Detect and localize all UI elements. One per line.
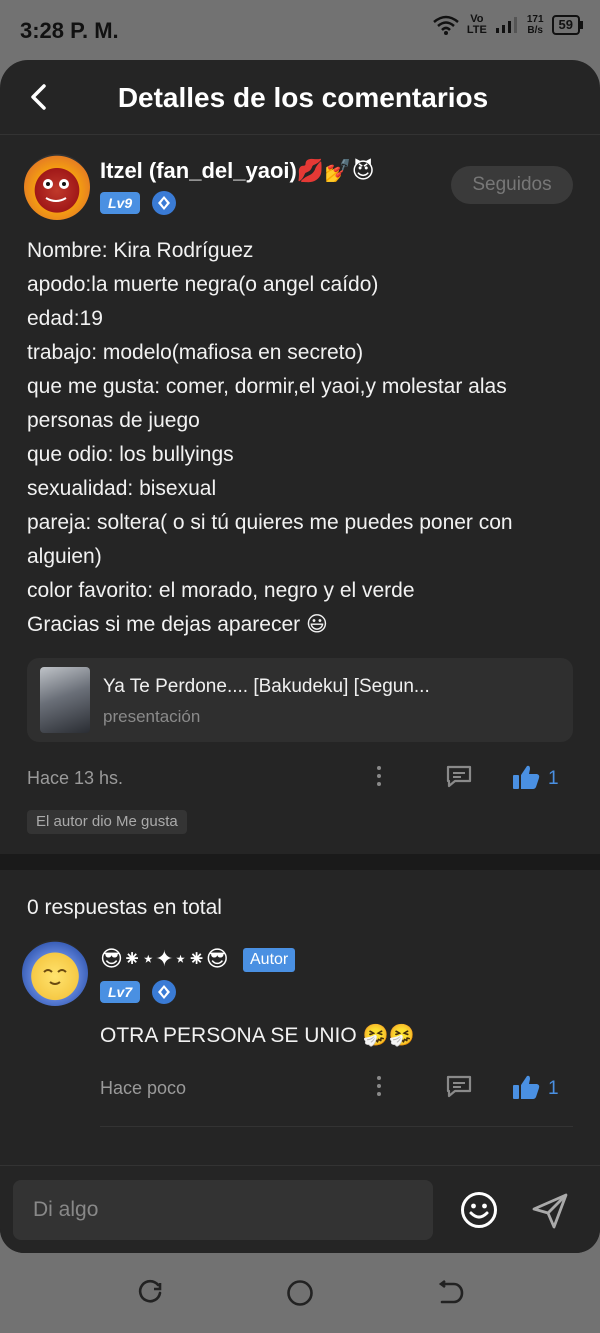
linked-post-title: Ya Te Perdone.... [Bakudeku] [Segun...	[103, 676, 430, 697]
replies-total: 0 respuestas en total	[27, 896, 222, 919]
comment-line: trabajo: modelo(mafiosa en secreto)	[27, 341, 364, 364]
author-badge: Autor	[243, 948, 296, 972]
comment-line: que odio: los bullyings	[27, 443, 234, 466]
post-time: Hace 13 hs.	[27, 768, 124, 788]
comment-input[interactable]	[13, 1180, 433, 1240]
comment-line: edad:19	[27, 307, 103, 330]
reply-icon[interactable]	[445, 1074, 473, 1098]
level-badge: Lv9	[100, 192, 141, 214]
battery-icon: 59	[551, 15, 584, 35]
comment-body: Nombre: Kira Rodríguez apodo:la muerte n…	[27, 234, 577, 642]
following-button[interactable]: Seguidos	[451, 166, 573, 204]
avatar-frame-icon	[43, 969, 67, 985]
comment-line: Nombre: Kira Rodríguez	[27, 239, 254, 262]
like-count: 1	[548, 768, 559, 789]
thumbs-up-icon[interactable]	[512, 764, 540, 790]
avatar-frame-icon	[43, 179, 69, 202]
send-icon[interactable]	[530, 1191, 570, 1231]
comment-details-screen: Detalles de los comentarios Itzel (fan_d…	[0, 60, 600, 1253]
level-shield-icon	[152, 191, 176, 215]
reply-divider	[100, 1126, 573, 1127]
header: Detalles de los comentarios	[0, 60, 600, 135]
wifi-icon	[433, 15, 459, 35]
reply-icon[interactable]	[445, 764, 473, 788]
signal-icon	[495, 17, 517, 33]
network-speed: 171 B/s	[526, 14, 544, 36]
comment-line: alguien)	[27, 545, 102, 568]
comment-line: Gracias si me dejas aparecer 😃	[27, 613, 328, 636]
reply-author-avatar[interactable]	[22, 940, 88, 1006]
post-author-name[interactable]: Itzel (fan_del_yaoi)💋💅😈	[100, 158, 375, 184]
reply-author-name[interactable]: 😎⁕⋆✦⋆⁕😎	[100, 946, 229, 972]
back-nav-icon[interactable]	[436, 1279, 464, 1307]
comment-composer	[0, 1165, 600, 1253]
thumbs-up-icon[interactable]	[512, 1074, 540, 1100]
linked-post-thumbnail	[40, 667, 90, 733]
post-author-avatar[interactable]	[24, 154, 90, 220]
reply-time: Hace poco	[100, 1078, 187, 1098]
reply-text: OTRA PERSONA SE UNIO 🤧🤧	[100, 1024, 415, 1047]
page-title: Detalles de los comentarios	[117, 82, 489, 113]
more-options-icon[interactable]	[376, 1076, 382, 1100]
status-time: 3:28 P. M.	[20, 18, 119, 43]
linked-post-subtitle: presentación	[103, 707, 201, 726]
linked-post-card[interactable]: Ya Te Perdone.... [Bakudeku] [Segun... p…	[27, 658, 573, 742]
emoji-icon[interactable]	[460, 1191, 498, 1229]
comment-line: color favorito: el morado, negro y el ve…	[27, 579, 415, 602]
home-icon[interactable]	[286, 1279, 314, 1307]
comment-line: sexualidad: bisexual	[27, 477, 217, 500]
like-count: 1	[548, 1078, 559, 1099]
volte-indicator: Vo LTE	[466, 13, 487, 36]
status-icons: Vo LTE 171 B/s 59	[433, 13, 584, 36]
recent-apps-icon[interactable]	[136, 1279, 164, 1307]
author-liked-badge: El autor dio Me gusta	[27, 810, 187, 834]
level-badge: Lv7	[100, 981, 141, 1003]
comment-line: que me gusta: comer, dormir,el yaoi,y mo…	[27, 375, 507, 398]
level-shield-icon	[152, 980, 176, 1004]
section-divider	[0, 854, 600, 870]
comment-line: pareja: soltera( o si tú quieres me pued…	[27, 511, 513, 534]
comment-line: apodo:la muerte negra(o angel caído)	[27, 273, 379, 296]
more-options-icon[interactable]	[376, 766, 382, 790]
system-nav-bar	[0, 1253, 600, 1333]
comment-line: personas de juego	[27, 409, 200, 432]
status-bar: 3:28 P. M. Vo LTE 171 B/s 59	[0, 0, 600, 60]
